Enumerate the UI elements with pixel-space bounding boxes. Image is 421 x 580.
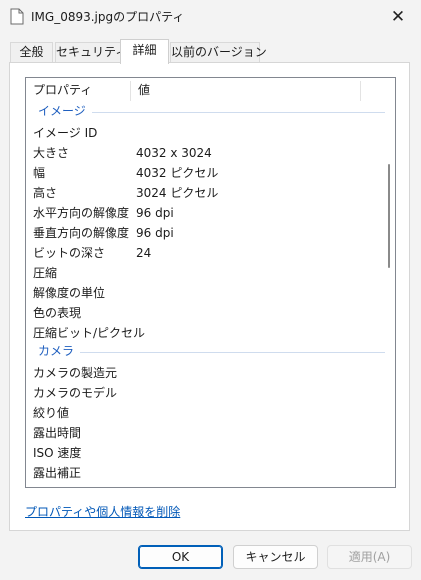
- close-button[interactable]: ✕: [375, 0, 421, 33]
- property-name: 圧縮ビット/ピクセル: [33, 326, 146, 340]
- property-name: ISO 速度: [33, 446, 82, 460]
- tab-security[interactable]: セキュリティ: [55, 42, 127, 63]
- property-row[interactable]: 解像度の単位: [26, 283, 385, 303]
- property-name: 露出時間: [33, 426, 82, 440]
- property-value: 96 dpi: [136, 206, 174, 220]
- property-name: 大きさ: [33, 146, 70, 160]
- property-name: 露出補正: [33, 466, 82, 480]
- property-value: 3024 ピクセル: [136, 186, 219, 200]
- cancel-button[interactable]: キャンセル: [233, 545, 318, 569]
- property-row[interactable]: カメラのモデル: [26, 383, 385, 403]
- group-header-label: カメラ: [38, 344, 75, 358]
- property-name: 色の表現: [33, 306, 82, 320]
- tab-previous-versions[interactable]: 以前のバージョン: [170, 42, 267, 63]
- property-name: 幅: [33, 166, 46, 180]
- property-row[interactable]: ISO 速度: [26, 443, 385, 463]
- apply-button[interactable]: 適用(A): [327, 545, 412, 569]
- scrollbar-thumb[interactable]: [388, 164, 390, 268]
- property-row[interactable]: 大きさ 4032 x 3024: [26, 143, 385, 163]
- title-bar: IMG_0893.jpgのプロパティ ✕: [0, 0, 421, 33]
- property-name: 圧縮: [33, 266, 58, 280]
- group-divider: [92, 112, 385, 113]
- property-name: カメラのモデル: [33, 386, 118, 400]
- group-divider: [80, 352, 385, 353]
- property-value: 96 dpi: [136, 226, 174, 240]
- property-list[interactable]: プロパティ 値 イメージイメージ ID 大きさ 4032 x 3024 幅 4032 ピ…: [25, 77, 396, 488]
- property-row[interactable]: カメラの製造元: [26, 363, 385, 383]
- column-header-property[interactable]: プロパティ: [26, 78, 130, 103]
- file-icon: [10, 8, 24, 25]
- property-value: 24: [136, 246, 152, 260]
- window-title: IMG_0893.jpgのプロパティ: [31, 10, 185, 24]
- property-row[interactable]: イメージ ID: [26, 123, 385, 143]
- column-divider[interactable]: [360, 81, 361, 101]
- list-header: プロパティ 値: [26, 78, 385, 103]
- property-row[interactable]: 高さ 3024 ピクセル: [26, 183, 385, 203]
- close-icon: ✕: [390, 6, 406, 27]
- property-value: 4032 ピクセル: [136, 166, 219, 180]
- property-row[interactable]: 圧縮ビット/ピクセル: [26, 323, 385, 343]
- group-header-label: イメージ: [38, 104, 86, 118]
- property-row[interactable]: 水平方向の解像度 96 dpi: [26, 203, 385, 223]
- property-name: ビットの深さ: [33, 246, 106, 260]
- column-header-value[interactable]: 値: [131, 78, 360, 103]
- property-row[interactable]: 圧縮: [26, 263, 385, 283]
- property-name: 高さ: [33, 186, 58, 200]
- remove-properties-link[interactable]: プロパティや個人情報を削除: [25, 503, 180, 520]
- property-name: 解像度の単位: [33, 286, 106, 300]
- group-header[interactable]: イメージ: [26, 103, 385, 123]
- property-row[interactable]: 色の表現: [26, 303, 385, 323]
- property-name: 水平方向の解像度: [33, 206, 130, 220]
- property-name: カメラの製造元: [33, 366, 118, 380]
- property-name: 垂直方向の解像度: [33, 226, 130, 240]
- property-row[interactable]: ビットの深さ 24: [26, 243, 385, 263]
- property-row[interactable]: 絞り値: [26, 403, 385, 423]
- details-panel: プロパティ 値 イメージイメージ ID 大きさ 4032 x 3024 幅 4032 ピ…: [9, 62, 410, 531]
- tab-details[interactable]: 詳細: [120, 39, 169, 64]
- property-row[interactable]: 露出補正: [26, 463, 385, 483]
- property-name: イメージ ID: [33, 126, 98, 140]
- property-name: 絞り値: [33, 406, 70, 420]
- property-row[interactable]: 垂直方向の解像度 96 dpi: [26, 223, 385, 243]
- vertical-scrollbar[interactable]: [383, 78, 395, 487]
- tab-general[interactable]: 全般: [10, 42, 53, 63]
- property-value: 4032 x 3024: [136, 146, 212, 160]
- property-row[interactable]: 露出時間: [26, 423, 385, 443]
- ok-button[interactable]: OK: [138, 545, 223, 569]
- group-header[interactable]: カメラ: [26, 343, 385, 363]
- list-rows: イメージイメージ ID 大きさ 4032 x 3024 幅 4032 ピクセル高さ 302…: [26, 103, 385, 483]
- property-row[interactable]: 幅 4032 ピクセル: [26, 163, 385, 183]
